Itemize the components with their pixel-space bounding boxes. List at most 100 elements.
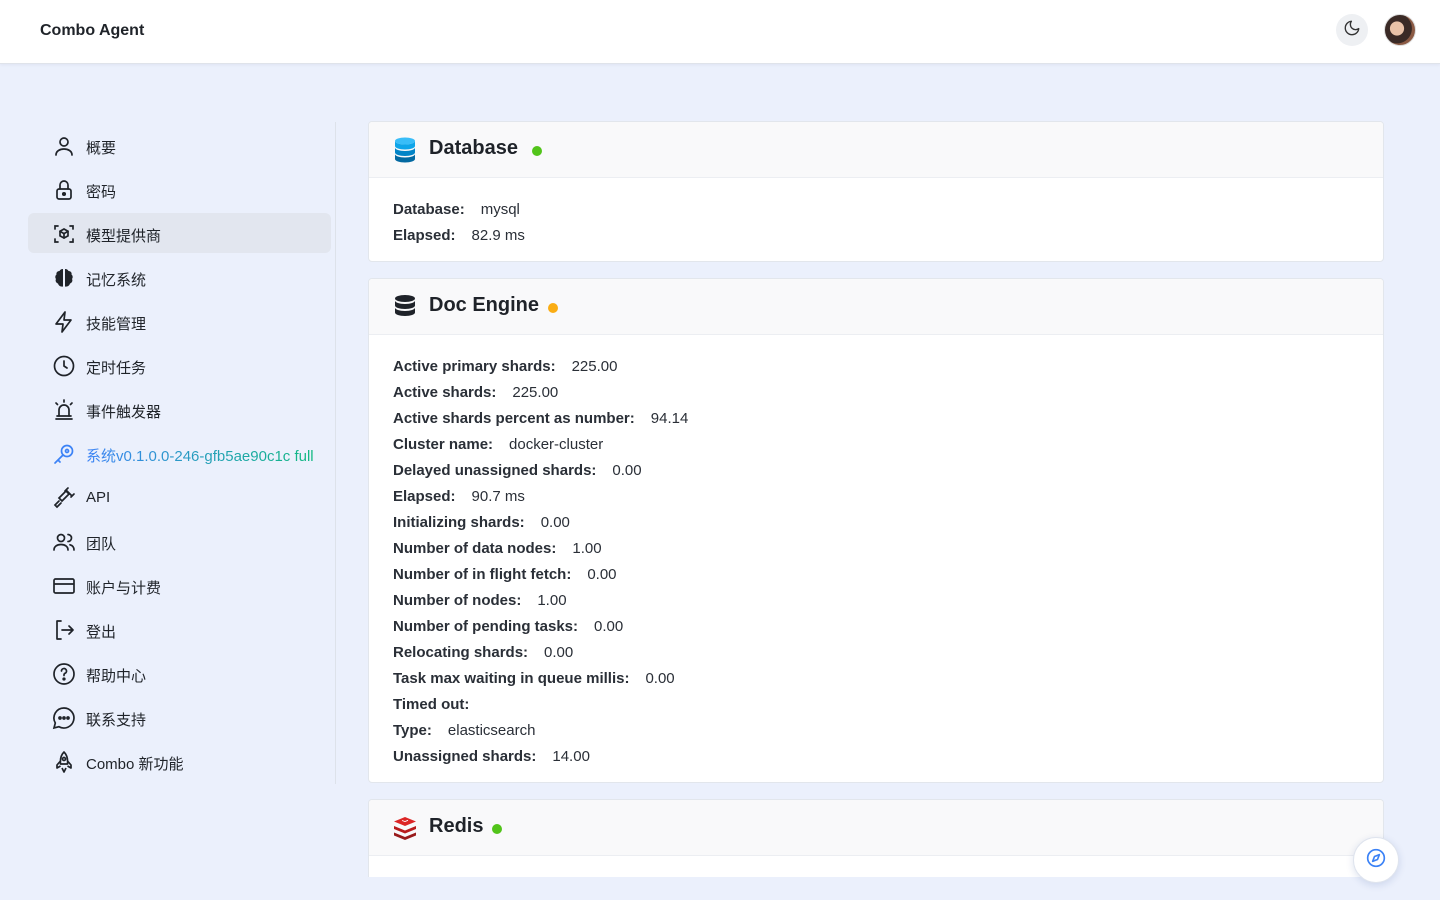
info-label: Task max waiting in queue millis: xyxy=(393,669,630,687)
sidebar-item-label: 定时任务 xyxy=(86,360,147,377)
redis-icon xyxy=(393,814,419,842)
sidebar-item-logout[interactable]: 登出 xyxy=(28,609,331,649)
server-stack-icon xyxy=(393,293,419,321)
sidebar-item-help[interactable]: 帮助中心 xyxy=(28,653,331,693)
info-value: 1.00 xyxy=(572,539,602,557)
info-row: Elapsed: 82.9 ms xyxy=(393,222,1359,248)
info-value: 225.00 xyxy=(512,383,559,401)
info-row: Task max waiting in queue millis: 0.00 xyxy=(393,665,1359,691)
info-value: 225.00 xyxy=(571,357,618,375)
compass-icon xyxy=(1366,848,1386,873)
info-label: Active shards: xyxy=(393,383,497,401)
theme-toggle-button[interactable] xyxy=(1336,14,1368,46)
info-row: Unassigned shards: 14.00 xyxy=(393,743,1359,769)
sidebar-item-memory[interactable]: 记忆系统 xyxy=(28,257,331,297)
sidebar-item-whats-new[interactable]: Combo 新功能 xyxy=(28,741,331,781)
info-label: Database: xyxy=(393,200,465,218)
info-label: Cluster name: xyxy=(393,435,494,453)
sidebar-item-api[interactable]: API xyxy=(28,477,331,517)
info-value: 14.00 xyxy=(552,747,590,765)
user-icon xyxy=(51,133,77,159)
info-value: 1.00 xyxy=(537,591,567,609)
sidebar-item-team[interactable]: 团队 xyxy=(28,521,331,561)
sidebar-item-label: 密码 xyxy=(86,184,117,201)
database-icon xyxy=(393,136,419,164)
status-indicator xyxy=(548,303,558,313)
logout-icon xyxy=(51,617,77,643)
sidebar-item-billing[interactable]: 账户与计费 xyxy=(28,565,331,605)
sidebar-item-skills[interactable]: 技能管理 xyxy=(28,301,331,341)
sidebar-item-system[interactable]: 系统v0.1.0.0-246-gfb5ae90c1c full xyxy=(28,433,331,473)
sidebar-item-support[interactable]: 联系支持 xyxy=(28,697,331,737)
database-card: Database Database: mysql Elapsed: 82.9 m… xyxy=(368,121,1384,262)
info-label: Number of nodes: xyxy=(393,591,522,609)
info-value: 0.00 xyxy=(544,643,574,661)
sidebar-item-label: 事件触发器 xyxy=(86,404,162,421)
sidebar-item-label: 概要 xyxy=(86,140,117,157)
info-row: Relocating shards: 0.00 xyxy=(393,639,1359,665)
info-row: Number of in flight fetch: 0.00 xyxy=(393,561,1359,587)
info-row: Active primary shards: 225.00 xyxy=(393,353,1359,379)
card-body: Database: mysql Elapsed: 82.9 ms xyxy=(369,178,1383,248)
info-value: docker-cluster xyxy=(509,435,604,453)
card-header: Redis xyxy=(369,800,1383,856)
sidebar: 概要 密码 模型提供商 记忆系统 技能管理 定时任务 事件触发器 系统v0.1.… xyxy=(28,122,336,784)
card-header: Doc Engine xyxy=(369,279,1383,335)
sidebar-item-label: 团队 xyxy=(86,536,117,553)
info-value: elasticsearch xyxy=(447,721,536,739)
info-label: Unassigned shards: xyxy=(393,747,537,765)
siren-icon xyxy=(51,397,77,423)
info-label: Elapsed: xyxy=(393,487,456,505)
sidebar-item-password[interactable]: 密码 xyxy=(28,169,331,209)
help-circle-icon xyxy=(51,661,77,687)
card-header: Database xyxy=(369,122,1383,178)
lock-icon xyxy=(51,177,77,203)
info-label: Initializing shards: xyxy=(393,513,525,531)
app-title: Combo Agent xyxy=(40,22,145,39)
info-label: Number of in flight fetch: xyxy=(393,565,572,583)
sidebar-item-label: 登出 xyxy=(86,624,117,641)
info-label: Type: xyxy=(393,721,432,739)
info-value: 0.00 xyxy=(540,513,570,531)
sidebar-item-label: 帮助中心 xyxy=(86,668,147,685)
sidebar-item-label: Combo 新功能 xyxy=(86,756,184,773)
sidebar-item-label: API xyxy=(86,489,111,506)
info-value: mysql xyxy=(480,200,520,218)
doc-engine-card: Doc Engine Active primary shards: 225.00 … xyxy=(368,278,1384,783)
credit-card-icon xyxy=(51,573,77,599)
chat-bubble-icon xyxy=(51,705,77,731)
sidebar-item-event-triggers[interactable]: 事件触发器 xyxy=(28,389,331,429)
info-label: Delayed unassigned shards: xyxy=(393,461,597,479)
sidebar-item-label: 系统v0.1.0.0-246-gfb5ae90c1c full xyxy=(86,445,314,466)
redis-card: Redis xyxy=(368,799,1384,877)
sidebar-item-model-providers[interactable]: 模型提供商 xyxy=(28,213,331,253)
info-row: Database: mysql xyxy=(393,196,1359,222)
info-value: 0.00 xyxy=(612,461,642,479)
rocket-icon xyxy=(51,749,77,775)
card-title: Database xyxy=(429,137,518,159)
users-icon xyxy=(51,529,77,555)
info-row: Cluster name: docker-cluster xyxy=(393,431,1359,457)
info-row: Number of data nodes: 1.00 xyxy=(393,535,1359,561)
clock-icon xyxy=(51,353,77,379)
sidebar-item-label: 模型提供商 xyxy=(86,228,162,245)
info-label: Number of pending tasks: xyxy=(393,617,579,635)
sidebar-item-overview[interactable]: 概要 xyxy=(28,125,331,165)
sidebar-item-label: 账户与计费 xyxy=(86,580,162,597)
status-indicator xyxy=(492,824,502,834)
user-avatar[interactable] xyxy=(1384,14,1416,46)
sidebar-item-scheduled-tasks[interactable]: 定时任务 xyxy=(28,345,331,385)
sidebar-item-label: 记忆系统 xyxy=(86,272,147,289)
info-row: Delayed unassigned shards: 0.00 xyxy=(393,457,1359,483)
info-row: Active shards: 225.00 xyxy=(393,379,1359,405)
moon-icon xyxy=(1343,19,1361,42)
info-label: Active shards percent as number: xyxy=(393,409,635,427)
info-row: Type: elasticsearch xyxy=(393,717,1359,743)
floating-compass-button[interactable] xyxy=(1353,837,1399,883)
status-indicator xyxy=(532,146,542,156)
cube-scan-icon xyxy=(51,221,77,247)
info-row: Elapsed: 90.7 ms xyxy=(393,483,1359,509)
plug-icon xyxy=(51,485,77,511)
card-title: Redis xyxy=(429,815,484,837)
brain-icon xyxy=(51,265,77,291)
